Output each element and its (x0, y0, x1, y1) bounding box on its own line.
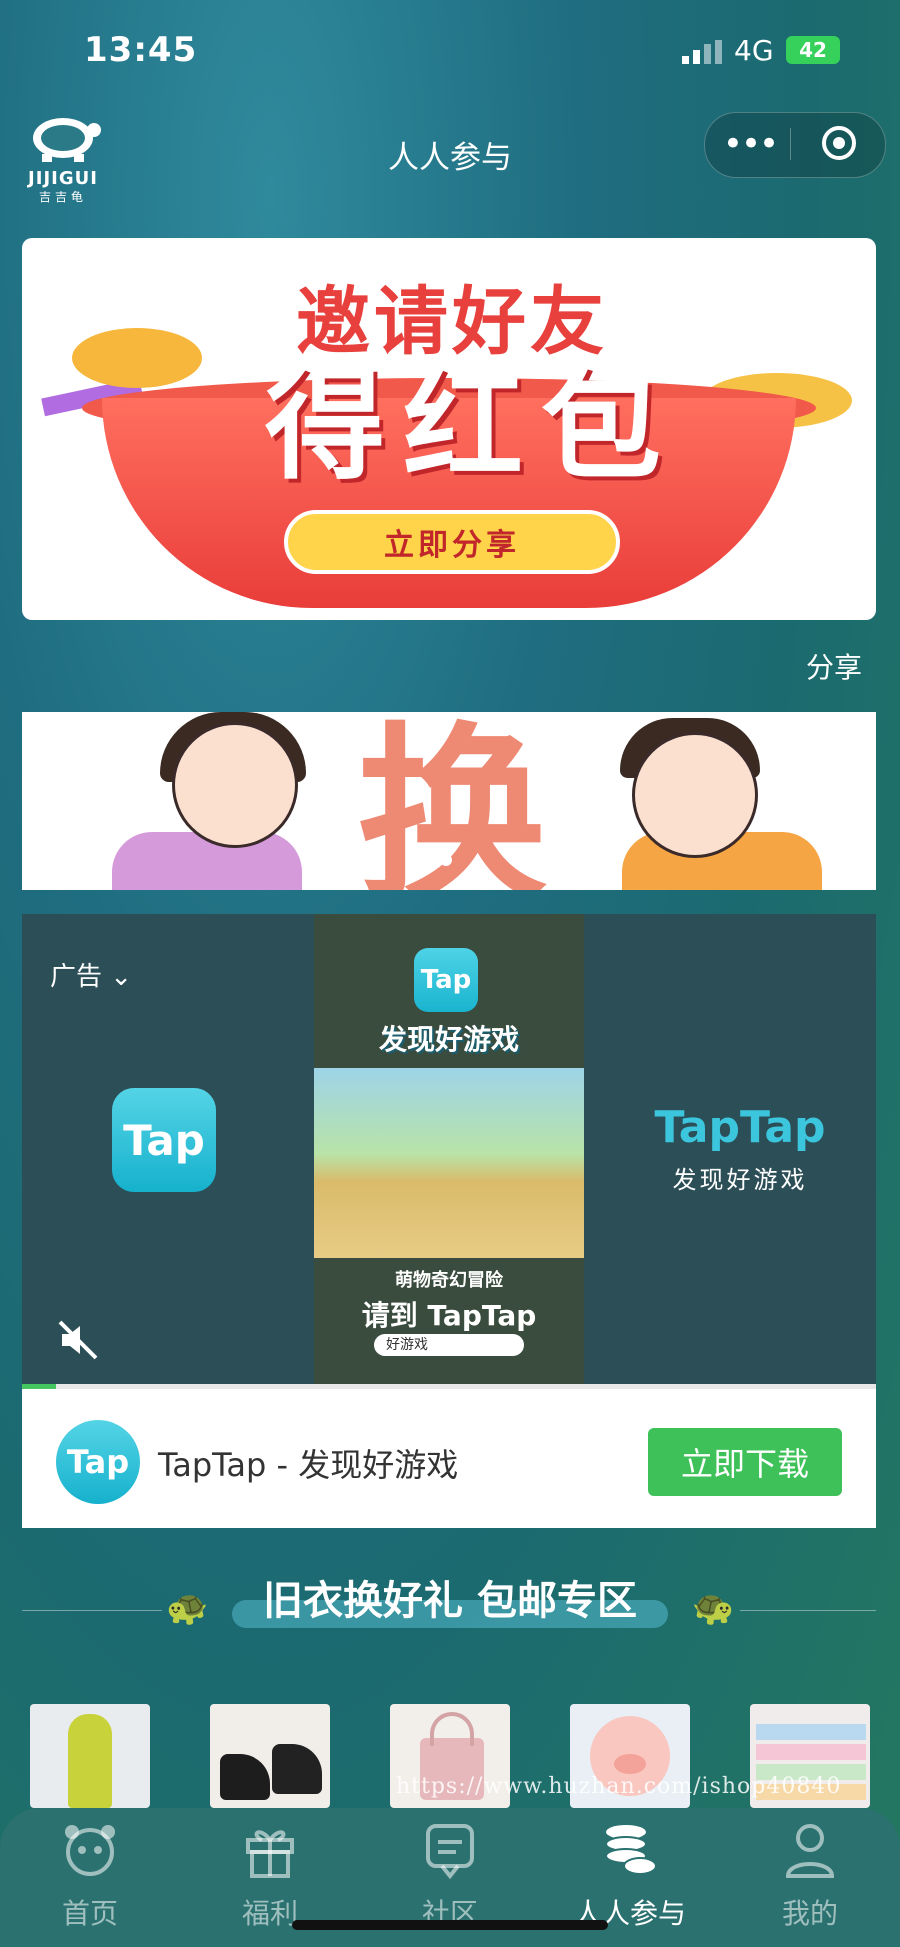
game-scene (314, 1068, 584, 1258)
share-now-button[interactable]: 立即分享 (284, 510, 620, 574)
section-title: 旧衣换好礼 包邮专区 (263, 1578, 637, 1624)
ad-please-text: 请到 TapTap (361, 1299, 537, 1332)
product-shoes[interactable] (210, 1704, 330, 1808)
coins-icon (605, 1825, 657, 1875)
product-dress[interactable] (30, 1704, 150, 1808)
game-title: 萌物奇幻冒险 (395, 1270, 503, 1291)
exchange-text: 换 (356, 712, 547, 891)
tab-home[interactable]: 首页 (20, 1812, 160, 1942)
logo-subtext: 吉吉龟 (38, 190, 87, 204)
close-mini-program-dot (833, 137, 845, 149)
tab-home-label: 首页 (61, 1897, 118, 1930)
ad-search-bar: 好游戏 (374, 1334, 524, 1356)
section-divider (22, 1610, 162, 1611)
network-label: 4G (734, 34, 774, 67)
tab-mine[interactable]: 我的 (740, 1812, 880, 1942)
carousel-dot[interactable] (440, 854, 452, 866)
download-button[interactable]: 立即下载 (648, 1428, 842, 1496)
section-divider (740, 1610, 876, 1611)
user-icon (785, 1824, 835, 1878)
status-time: 13:45 (84, 30, 198, 70)
ad-label-text: 广告 (50, 962, 103, 992)
turtle-icon: 🐢 (166, 1588, 209, 1628)
ad-slogan: 发现好游戏 (672, 1166, 808, 1194)
ad-video[interactable]: Tap 发现好游戏 萌物奇幻冒险 请到 TapTap 好游戏 Tap TapTa… (22, 914, 876, 1388)
invite-banner[interactable]: 邀请好友 得红包 立即分享 (22, 238, 876, 620)
battery-level: 42 (799, 38, 827, 62)
chat-icon (426, 1824, 474, 1880)
ad-app-title: TapTap - 发现好游戏 (158, 1446, 459, 1484)
tab-mine-label: 我的 (781, 1897, 838, 1930)
ad-progress-fill (22, 1384, 57, 1389)
taptap-app-icon: Tap (56, 1420, 140, 1504)
mute-icon[interactable] (56, 1318, 100, 1362)
ad-video-headline: 发现好游戏 (378, 1023, 519, 1056)
ad-label[interactable]: 广告 ⌄ (50, 956, 132, 993)
taptap-icon: Tap (414, 948, 478, 1012)
taptap-icon: Tap (112, 1088, 216, 1192)
battery-icon: 42 (786, 36, 840, 64)
page-title: 人人参与 (388, 140, 512, 176)
watermark-text: https://www.huzhan.com/ishop40840 (396, 1774, 842, 1799)
turtle-icon: 🐢 (691, 1588, 734, 1628)
boy-face (632, 732, 758, 858)
capsule-divider (790, 128, 791, 160)
home-indicator (292, 1920, 608, 1930)
share-link[interactable]: 分享 (806, 646, 862, 686)
logo-text: JIJIGUI (28, 168, 98, 189)
chevron-down-icon: ⌄ (110, 962, 133, 992)
more-icon[interactable]: ••• (710, 112, 790, 176)
gift-icon (246, 1830, 294, 1878)
banner-line2: 得红包 (265, 357, 679, 496)
panda-icon (65, 1825, 115, 1876)
ad-progress-track (22, 1384, 876, 1389)
ad-brand: TapTap (654, 1102, 826, 1153)
signal-icon (682, 40, 722, 64)
